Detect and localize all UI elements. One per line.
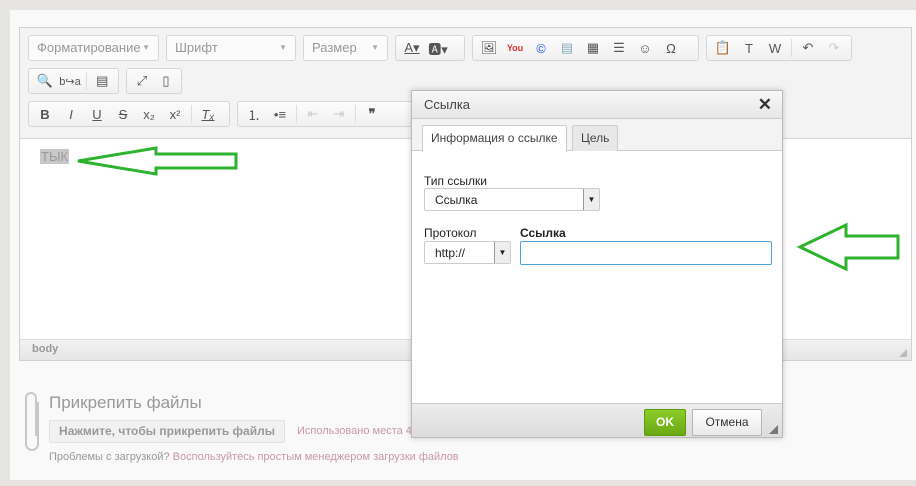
chevron-down-icon: ▼: [371, 43, 379, 52]
replace-icon[interactable]: b↪a: [58, 70, 81, 92]
chevron-down-icon: ▼: [279, 43, 287, 52]
undo-icon[interactable]: ↶: [796, 37, 820, 59]
subscript-icon[interactable]: x₂: [137, 103, 161, 125]
bullet-list-icon[interactable]: •≡: [268, 103, 292, 125]
paperclip-icon: [25, 392, 39, 451]
resize-handle-icon[interactable]: [769, 425, 778, 434]
protocol-label: Протокол: [424, 226, 477, 240]
paste-icon[interactable]: 📋: [711, 37, 735, 59]
size-label: Размер: [312, 40, 357, 55]
special-char-icon[interactable]: Ω: [659, 37, 683, 59]
protocol-value: http://: [435, 246, 466, 260]
dialog-title[interactable]: Ссылка: [412, 91, 782, 119]
underline-icon[interactable]: U: [85, 103, 109, 125]
font-label: Шрифт: [175, 40, 218, 55]
attach-title: Прикрепить файлы: [49, 393, 202, 412]
show-blocks-icon[interactable]: ▯: [155, 70, 177, 92]
chevron-down-icon: ▼: [142, 43, 150, 52]
paste-text-icon[interactable]: T: [737, 37, 761, 59]
remove-format-icon[interactable]: Tₓ: [196, 103, 220, 125]
format-combo[interactable]: Форматирование ▼: [28, 35, 159, 61]
size-combo[interactable]: Размер ▼: [303, 35, 388, 61]
numbered-list-icon[interactable]: ⒈: [242, 103, 266, 125]
green-arrow-icon: [796, 222, 900, 272]
separator: [296, 105, 297, 123]
copyright-icon[interactable]: ©: [529, 37, 553, 59]
tab-link-info[interactable]: Информация о ссылке: [422, 125, 567, 152]
flash-icon[interactable]: ▤: [555, 37, 579, 59]
simple-uploader-link[interactable]: Воспользуйтесь простым менеджером загруз…: [173, 451, 459, 463]
green-arrow-icon: [77, 146, 238, 176]
youtube-icon[interactable]: You: [503, 37, 527, 59]
dialog-tabs: Информация о ссылке Цель: [412, 119, 782, 152]
link-type-label: Тип ссылки: [424, 174, 487, 188]
indent-icon[interactable]: ⇥: [327, 103, 351, 125]
cancel-button[interactable]: Отмена: [692, 409, 762, 436]
used-space: Использовано места 4: [297, 425, 412, 437]
dialog-footer: OK Отмена: [412, 403, 782, 437]
font-combo[interactable]: Шрифт ▼: [166, 35, 296, 61]
link-type-select[interactable]: Ссылка ▼: [424, 188, 600, 211]
smiley-icon[interactable]: ☺: [633, 37, 657, 59]
text-color-icon[interactable]: A▾: [400, 37, 424, 59]
blockquote-icon[interactable]: ❞: [360, 103, 384, 125]
table-icon[interactable]: ▦: [581, 37, 605, 59]
maximize-icon[interactable]: ⤢: [131, 70, 153, 92]
link-type-value: Ссылка: [435, 193, 478, 207]
search-icon[interactable]: 🔍: [33, 70, 56, 92]
link-dialog: Ссылка ✕ Информация о ссылке Цель Тип сс…: [411, 90, 783, 438]
italic-icon[interactable]: I: [59, 103, 83, 125]
close-icon[interactable]: ✕: [758, 95, 772, 115]
protocol-select[interactable]: http:// ▼: [424, 241, 511, 264]
attach-files-button[interactable]: Нажмите, чтобы прикрепить файлы: [49, 420, 285, 443]
redo-icon[interactable]: ↷: [822, 37, 846, 59]
tab-target[interactable]: Цель: [572, 125, 619, 151]
selected-text[interactable]: ТЫК: [40, 149, 70, 164]
bg-color-icon[interactable]: 🅰▾: [426, 37, 450, 59]
superscript-icon[interactable]: x²: [163, 103, 187, 125]
url-label: Ссылка: [520, 226, 566, 240]
select-all-icon[interactable]: ▤: [91, 70, 114, 92]
resize-handle-icon[interactable]: [899, 349, 907, 357]
path-body[interactable]: body: [32, 343, 58, 355]
chevron-down-icon: ▼: [583, 189, 599, 210]
format-label: Форматирование: [37, 40, 141, 55]
separator: [355, 105, 356, 123]
image-icon[interactable]: 🖼: [477, 37, 501, 59]
upload-problem-text: Проблемы с загрузкой? Воспользуйтесь про…: [49, 451, 459, 463]
problem-label: Проблемы с загрузкой?: [49, 451, 170, 463]
separator: [85, 72, 87, 90]
outdent-icon[interactable]: ⇤: [301, 103, 325, 125]
chevron-down-icon: ▼: [494, 242, 510, 263]
url-input[interactable]: [520, 241, 772, 265]
separator: [791, 39, 792, 57]
bold-icon[interactable]: B: [33, 103, 57, 125]
paste-word-icon[interactable]: W: [763, 37, 787, 59]
horizontal-rule-icon[interactable]: ☰: [607, 37, 631, 59]
separator: [191, 105, 192, 123]
strike-icon[interactable]: S: [111, 103, 135, 125]
ok-button[interactable]: OK: [644, 409, 686, 436]
